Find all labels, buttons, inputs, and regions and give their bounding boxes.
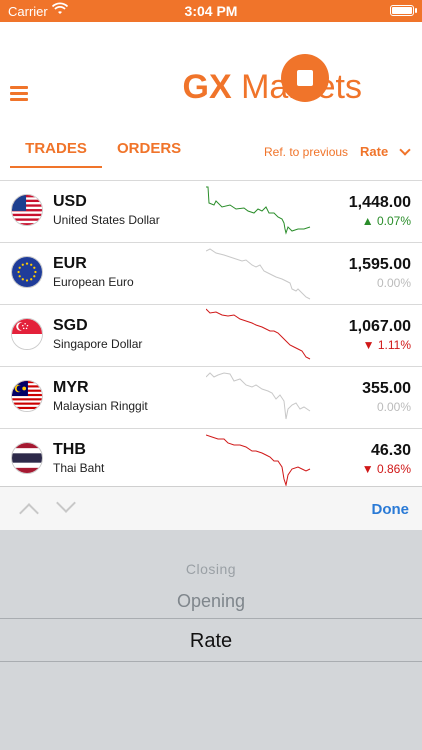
currency-price: 1,595.00 xyxy=(348,256,411,273)
rate-picker[interactable]: Closing Opening Rate xyxy=(0,530,422,750)
picker-selection-line-top xyxy=(0,618,422,619)
currency-price: 355.00 xyxy=(362,380,411,397)
currency-row-thb[interactable]: THB Thai Baht 46.30 ▼ 0.86% xyxy=(0,428,422,490)
currency-row-myr[interactable]: MYR Malaysian Ringgit 355.00 0.00% xyxy=(0,366,422,428)
previous-arrow-icon[interactable] xyxy=(19,503,39,523)
currency-price: 1,448.00 xyxy=(348,194,411,211)
currency-row-sgd[interactable]: SGD Singapore Dollar 1,067.00 ▼ 1.11% xyxy=(0,304,422,366)
change-value: 0.86% xyxy=(376,462,411,476)
tab-trades[interactable]: TRADES xyxy=(10,140,102,168)
us-flag-icon xyxy=(11,194,43,226)
picker-toolbar: Done xyxy=(0,486,422,530)
change-value: 1.11% xyxy=(377,338,411,352)
currency-change: ▼ 0.86% xyxy=(361,462,411,476)
currency-row-eur[interactable]: EUR European Euro 1,595.00 0.00% xyxy=(0,242,422,304)
sparkline-myr xyxy=(206,372,311,420)
sparkline-eur xyxy=(206,248,311,300)
currency-change: ▲ 0.07% xyxy=(361,214,411,228)
sparkline-sgd-line xyxy=(206,308,311,360)
my-flag-icon xyxy=(11,380,43,412)
battery-tip xyxy=(415,8,417,13)
sparkline-myr-line xyxy=(206,372,311,420)
sparkline-usd xyxy=(206,186,311,235)
tab-orders[interactable]: ORDERS xyxy=(117,140,181,157)
eu-flag-icon xyxy=(11,256,43,288)
currency-change: 0.00% xyxy=(376,400,411,414)
sparkline-thb-line xyxy=(206,434,311,487)
th-flag-icon xyxy=(11,442,43,474)
currency-code: SGD xyxy=(53,317,88,334)
sparkline-sgd xyxy=(206,308,311,360)
chevron-down-icon[interactable] xyxy=(399,144,411,156)
picker-option-rate[interactable]: Rate xyxy=(0,630,422,653)
currency-price: 46.30 xyxy=(370,442,411,459)
picker-option-closing[interactable]: Closing xyxy=(0,561,422,577)
currency-change: ▼ 1.11% xyxy=(362,338,411,352)
currency-code: EUR xyxy=(53,255,87,272)
done-button[interactable]: Done xyxy=(372,501,410,518)
stop-button[interactable] xyxy=(281,54,329,102)
next-arrow-icon[interactable] xyxy=(56,493,76,513)
status-bar: Carrier 3:04 PM xyxy=(0,0,422,22)
change-value: 0.07% xyxy=(376,214,411,228)
app-title-bold: GX xyxy=(182,68,232,106)
currency-name: European Euro xyxy=(53,275,134,289)
sparkline-thb xyxy=(206,434,311,487)
sparkline-usd-line xyxy=(206,186,311,235)
rate-selector[interactable]: Rate xyxy=(360,144,388,159)
sparkline-eur-line xyxy=(206,248,311,300)
currency-price: 1,067.00 xyxy=(348,318,411,335)
currency-name: Malaysian Ringgit xyxy=(53,399,148,413)
currency-name: United States Dollar xyxy=(53,213,160,227)
picker-option-opening[interactable]: Opening xyxy=(0,591,422,612)
currency-name: Thai Baht xyxy=(53,461,105,475)
sg-flag-icon xyxy=(11,318,43,350)
status-time: 3:04 PM xyxy=(184,3,238,19)
picker-selection-line-bottom xyxy=(0,661,422,662)
currency-code: THB xyxy=(53,441,86,458)
ref-to-previous-label: Ref. to previous xyxy=(264,145,349,159)
currency-row-usd[interactable]: USD United States Dollar 1,448.00 ▲ 0.07… xyxy=(0,180,422,242)
currency-name: Singapore Dollar xyxy=(53,337,143,351)
stop-icon xyxy=(297,70,313,86)
currency-code: USD xyxy=(53,193,87,210)
currency-change: 0.00% xyxy=(376,276,411,290)
battery-icon xyxy=(390,5,414,16)
currency-code: MYR xyxy=(53,379,89,396)
